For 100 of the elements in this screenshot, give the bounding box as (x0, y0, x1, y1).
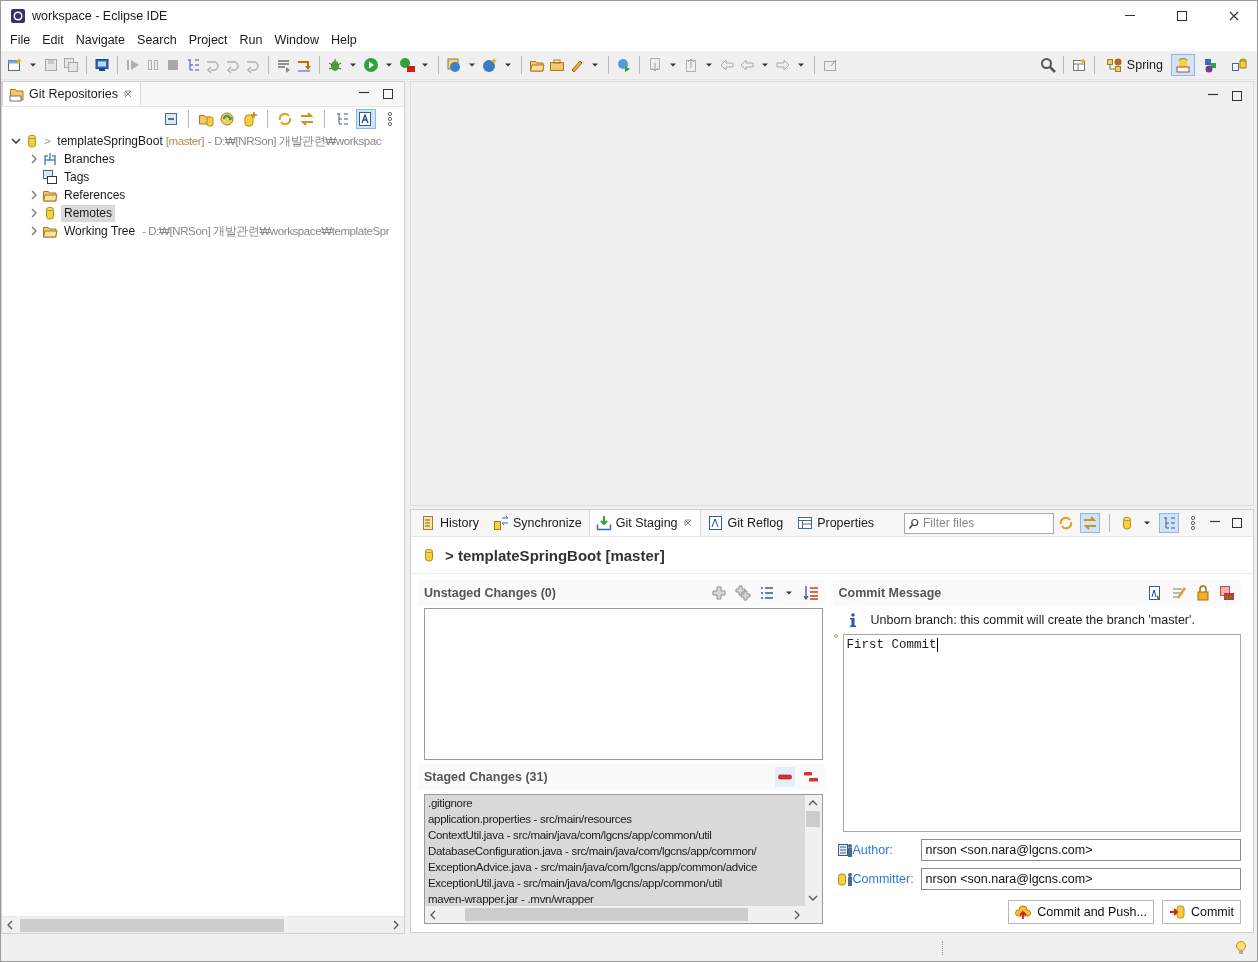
lightbulb-icon[interactable] (1233, 939, 1249, 956)
path-label: - D:₩[NRSon] 개발관련₩workspace₩templateSpr (142, 223, 390, 239)
link-arrows-icon[interactable] (299, 111, 315, 127)
view-tab[interactable]: Properties (790, 510, 882, 536)
refresh-icon[interactable] (1058, 515, 1074, 531)
scrollbar-thumb[interactable] (806, 811, 820, 827)
cloud-upload-icon (1015, 904, 1032, 920)
tree-item[interactable]: Tags (61, 168, 93, 186)
document-icon (358, 111, 374, 127)
section-title: Unstaged Changes (0) (424, 586, 557, 600)
view-tab[interactable]: History (413, 510, 486, 536)
folder-icon (9, 86, 25, 102)
bug-icon[interactable] (327, 57, 343, 73)
gerrit-icon[interactable] (1219, 585, 1235, 601)
commit-and-push-button[interactable]: Commit and Push... (1008, 900, 1154, 924)
menu-item[interactable]: Edit (36, 30, 70, 51)
maximize-icon[interactable] (1229, 515, 1245, 531)
document-icon (420, 515, 436, 531)
path-label: - D:₩[NRSon] 개발관련₩workspac (208, 133, 382, 149)
view-tab[interactable]: Git Staging (588, 510, 701, 536)
author-label[interactable]: Author: (852, 843, 921, 857)
arrow-into-database-icon (1168, 904, 1185, 920)
document-icon (707, 515, 724, 531)
run-tool-icon[interactable] (399, 57, 415, 73)
maximize-icon[interactable] (380, 86, 396, 102)
collapse-all-icon[interactable] (163, 111, 179, 127)
info-message: Unborn branch: this commit will create the branch 'master'. (870, 613, 1195, 627)
monitor-icon[interactable] (94, 57, 110, 73)
scrollbar-thumb[interactable] (465, 908, 748, 921)
plus-all-icon[interactable] (734, 585, 751, 601)
author-field[interactable]: nrson <son.nara@lgcns.com> (920, 839, 1241, 861)
section-title: Commit Message (838, 586, 943, 600)
maximize-icon[interactable] (1229, 88, 1245, 104)
tree-item[interactable]: Working Tree (61, 222, 139, 240)
database-icon (1175, 57, 1191, 73)
server-icon[interactable] (446, 57, 462, 73)
stop-icon[interactable] (165, 57, 181, 73)
person-icon (836, 842, 853, 858)
committer-field[interactable]: nrson <son.nara@lgcns.com> (920, 868, 1241, 890)
view-tab[interactable]: Synchronize (485, 510, 589, 536)
sort-icon[interactable] (802, 585, 819, 601)
list-icon[interactable] (758, 585, 775, 601)
tree-item[interactable]: References (61, 186, 129, 204)
menu-item[interactable]: Run (233, 30, 269, 51)
menu-item[interactable]: File (4, 30, 37, 51)
search-icon[interactable] (1039, 57, 1056, 73)
text-cursor (936, 638, 938, 652)
commit-message-field[interactable]: First Commit (842, 634, 1241, 832)
open-perspective-icon[interactable] (1070, 57, 1087, 73)
view-tab[interactable]: Git Repositories (2, 82, 141, 106)
perspective-button[interactable] (1171, 54, 1195, 76)
person-icon (836, 871, 853, 887)
tags-icon (42, 169, 58, 185)
menu-item[interactable]: Search (131, 30, 183, 51)
sync-icon (492, 515, 509, 531)
note-icon[interactable] (822, 57, 838, 73)
shapes-icon (1203, 57, 1219, 73)
globe-icon[interactable] (616, 57, 632, 73)
close-icon[interactable] (121, 88, 134, 100)
spring-leaf-icon[interactable] (482, 57, 498, 73)
filter-field[interactable]: Filter files (904, 512, 1054, 534)
tree-icon[interactable] (334, 111, 350, 127)
lines-icon[interactable] (276, 57, 292, 73)
scrollbar-thumb[interactable] (20, 918, 284, 932)
menu-item[interactable]: Project (182, 30, 234, 51)
branches-icon (42, 151, 58, 167)
toggle-button[interactable] (1159, 513, 1179, 533)
save-all-icon[interactable] (63, 57, 79, 73)
repository-title: > templateSpringBoot [master] (445, 546, 665, 564)
toggle-button[interactable] (356, 109, 376, 129)
run-icon[interactable] (363, 57, 379, 73)
menu-item[interactable]: Window (268, 30, 325, 51)
perspective-button[interactable]: Spring (1101, 54, 1167, 76)
view-tab[interactable]: Git Reflog (700, 510, 791, 536)
commit-button[interactable]: Commit (1161, 900, 1241, 924)
document-icon[interactable] (1147, 585, 1163, 601)
layout-icon (1161, 515, 1177, 531)
tree-item[interactable]: templateSpringBoot (54, 132, 166, 150)
table-icon (797, 515, 814, 531)
outgoing-marker: > (44, 135, 51, 147)
app-icon (10, 7, 26, 24)
committer-label[interactable]: Committer: (852, 872, 921, 886)
search-icon (908, 517, 920, 530)
toggle-button[interactable] (1080, 513, 1100, 533)
menu-item[interactable]: Navigate (69, 30, 132, 51)
tree-item[interactable]: Remotes (61, 204, 116, 222)
tree-item[interactable]: Branches (61, 150, 118, 168)
new-window-icon[interactable] (7, 57, 23, 73)
refresh-icon[interactable] (277, 111, 293, 127)
database-icon (1231, 57, 1247, 73)
pen-icon[interactable] (1171, 585, 1187, 601)
lock-icon[interactable] (1195, 585, 1211, 601)
minus-all-icon[interactable] (802, 769, 819, 785)
plus-icon[interactable] (710, 585, 727, 601)
clone-icon[interactable] (220, 111, 236, 127)
close-icon[interactable] (681, 517, 694, 529)
menu-item[interactable]: Help (324, 30, 363, 51)
briefcase-icon[interactable] (549, 57, 565, 73)
tray-download-icon (595, 515, 612, 531)
new-repository-icon[interactable] (242, 111, 258, 127)
